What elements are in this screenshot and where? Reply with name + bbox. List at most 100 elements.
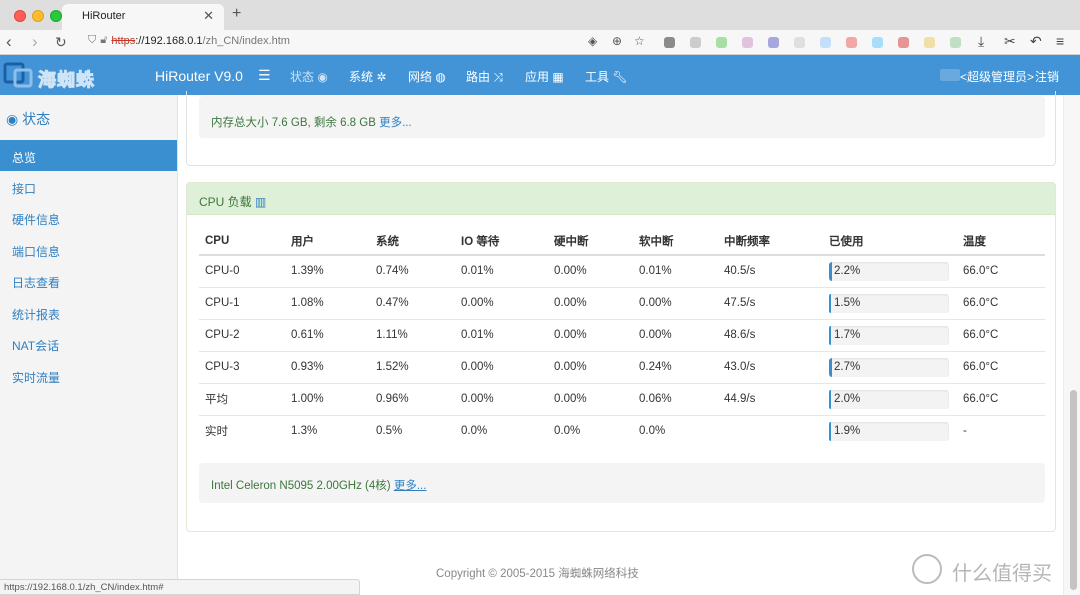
nav-status[interactable]: 状态 ◉: [290, 68, 328, 85]
menu-icon[interactable]: ≡: [1056, 33, 1064, 49]
column-header: 中断频率: [718, 228, 823, 256]
copyright: Copyright © 2005-2015 海蜘蛛网络科技: [436, 568, 639, 580]
browser-toolbar: ‹ › ↻ ⛉ 🔓︎ https://192.168.0.1/zh_CN/ind…: [0, 30, 1080, 55]
main-content: 内存总大小 7.6 GB, 剩余 6.8 GB 更多... CPU 负载 ▥ C…: [178, 91, 1063, 595]
scrollbar-thumb[interactable]: [1070, 390, 1077, 590]
column-header: CPU: [199, 228, 285, 256]
memory-more-link[interactable]: 更多...: [379, 117, 412, 129]
forward-icon[interactable]: ›: [32, 32, 38, 52]
download-icon[interactable]: ⤓: [978, 33, 984, 50]
nav-label: 工具: [585, 70, 610, 84]
nav-routing[interactable]: 路由 ⤨: [466, 68, 503, 85]
nav-apps[interactable]: 应用 ▦: [525, 68, 564, 85]
sidebar-item-reports[interactable]: 统计报表: [0, 297, 177, 328]
cell-freq: [718, 415, 823, 447]
table-row: CPU-2 0.61% 1.11% 0.01% 0.00% 0.00% 48.6/s 1.7%…: [199, 319, 1045, 352]
cpu-model: Intel Celeron N5095 2.00GHz (4核) 更多...: [211, 477, 426, 493]
chart-icon[interactable]: ▥: [255, 195, 266, 209]
cell-sirq: 0.00%: [633, 319, 718, 352]
cell-sirq: 0.06%: [633, 383, 718, 416]
sidebar-item-nat-sessions[interactable]: NAT会话: [0, 328, 177, 359]
brand-title[interactable]: HiRouter V9.0: [155, 68, 243, 84]
usage-progress-fill: [829, 293, 832, 313]
security-icon[interactable]: ◈: [588, 34, 597, 48]
cell-freq: 44.9/s: [718, 383, 823, 416]
nav-system[interactable]: 系统 ✲: [349, 68, 386, 85]
cell-sys: 0.96%: [370, 383, 455, 416]
extension-icon[interactable]: [742, 37, 753, 48]
cell-hirq: 0.00%: [548, 351, 633, 384]
maximize-window-button[interactable]: [50, 10, 62, 22]
close-window-button[interactable]: [14, 10, 26, 22]
scissors-icon[interactable]: ✂: [1004, 33, 1016, 50]
usage-progress-bar: 1.5%: [829, 293, 949, 313]
minimize-window-button[interactable]: [32, 10, 44, 22]
cell-cpu: CPU-1: [199, 287, 285, 320]
cell-temp: 66.0°C: [957, 383, 1045, 416]
sidebar-item-overview[interactable]: 总览: [0, 140, 177, 171]
undo-icon[interactable]: ↶: [1030, 33, 1042, 50]
extension-icon[interactable]: [898, 37, 909, 48]
cell-temp: -: [963, 425, 967, 438]
cpu-panel-title: CPU 负载 ▥: [199, 193, 266, 210]
extension-icon[interactable]: [768, 37, 779, 48]
logout-link[interactable]: 注销: [1035, 68, 1059, 85]
usage-progress-bar: 2.0%: [829, 389, 949, 409]
bookmark-star-icon[interactable]: ☆: [634, 34, 645, 48]
cell-cpu: CPU-0: [199, 255, 285, 288]
extension-icon[interactable]: [794, 37, 805, 48]
browser-tab[interactable]: HiRouter ✕: [62, 4, 224, 30]
cell-sys: 1.52%: [370, 351, 455, 384]
cpu-more-link[interactable]: 更多...: [394, 480, 427, 492]
watermark-logo-icon: [912, 554, 942, 584]
username-redacted: [940, 69, 960, 81]
status-url: https://192.168.0.1/zh_CN/index.htm#: [0, 579, 360, 595]
extension-icon[interactable]: [924, 37, 935, 48]
extension-icon[interactable]: [716, 37, 727, 48]
logo[interactable]: 海蜘蛛: [2, 58, 142, 92]
logo-icon: [3, 62, 33, 88]
address-bar[interactable]: ⛉ 🔓︎ https://192.168.0.1/zh_CN/index.htm: [88, 34, 290, 47]
extension-icon[interactable]: [664, 37, 675, 48]
wrench-icon: 🔧︎: [612, 70, 628, 84]
reload-icon[interactable]: ↻: [55, 32, 67, 52]
sidebar-title: ◉ 状态: [6, 109, 50, 129]
sidebar-item-hardware[interactable]: 硬件信息: [0, 202, 177, 233]
cell-sirq: 0.24%: [633, 351, 718, 384]
zoom-icon[interactable]: ⊕: [612, 34, 622, 48]
scrollbar[interactable]: [1063, 95, 1080, 595]
cell-user: 0.93%: [285, 351, 370, 384]
extension-icon[interactable]: [820, 37, 831, 48]
cell-user: 1.00%: [285, 383, 370, 416]
extension-icon[interactable]: [950, 37, 961, 48]
browser-tab-bar: HiRouter ✕ +: [0, 0, 1080, 30]
extension-icon[interactable]: [872, 37, 883, 48]
usage-cell: 2.2%: [823, 255, 957, 288]
usage-value: 1.5%: [834, 296, 861, 309]
sidebar-item-realtime-traffic[interactable]: 实时流量: [0, 360, 177, 391]
globe-icon: ◍: [435, 70, 446, 84]
extension-icon[interactable]: [690, 37, 701, 48]
tab-title: HiRouter: [82, 10, 126, 22]
nav-network[interactable]: 网络 ◍: [408, 68, 446, 85]
nav-tools[interactable]: 工具 🔧︎: [585, 68, 628, 85]
sidebar-item-logs[interactable]: 日志查看: [0, 265, 177, 296]
grid-icon: ▦: [552, 70, 564, 84]
new-tab-button[interactable]: +: [232, 5, 241, 23]
memory-panel: 内存总大小 7.6 GB, 剩余 6.8 GB 更多...: [186, 91, 1056, 166]
extension-icon[interactable]: [846, 37, 857, 48]
user-role[interactable]: <超级管理员>: [960, 68, 1034, 85]
cell-temp: 66.0°C: [957, 287, 1045, 320]
cell-freq: 43.0/s: [718, 351, 823, 384]
sidebar-item-interfaces[interactable]: 接口: [0, 171, 177, 202]
cell-sirq: 0.00%: [633, 287, 718, 320]
url-path: /zh_CN/index.htm: [202, 34, 290, 47]
back-icon[interactable]: ‹: [6, 32, 12, 52]
shield-icon: ⛉: [88, 34, 97, 46]
sidebar-item-ports[interactable]: 端口信息: [0, 234, 177, 265]
hamburger-icon[interactable]: ☰: [258, 67, 271, 84]
tab-close-icon[interactable]: ✕: [203, 8, 214, 24]
usage-progress-fill: [829, 421, 832, 441]
cell-cpu: CPU-3: [199, 351, 285, 384]
cell-user: 1.39%: [285, 255, 370, 288]
